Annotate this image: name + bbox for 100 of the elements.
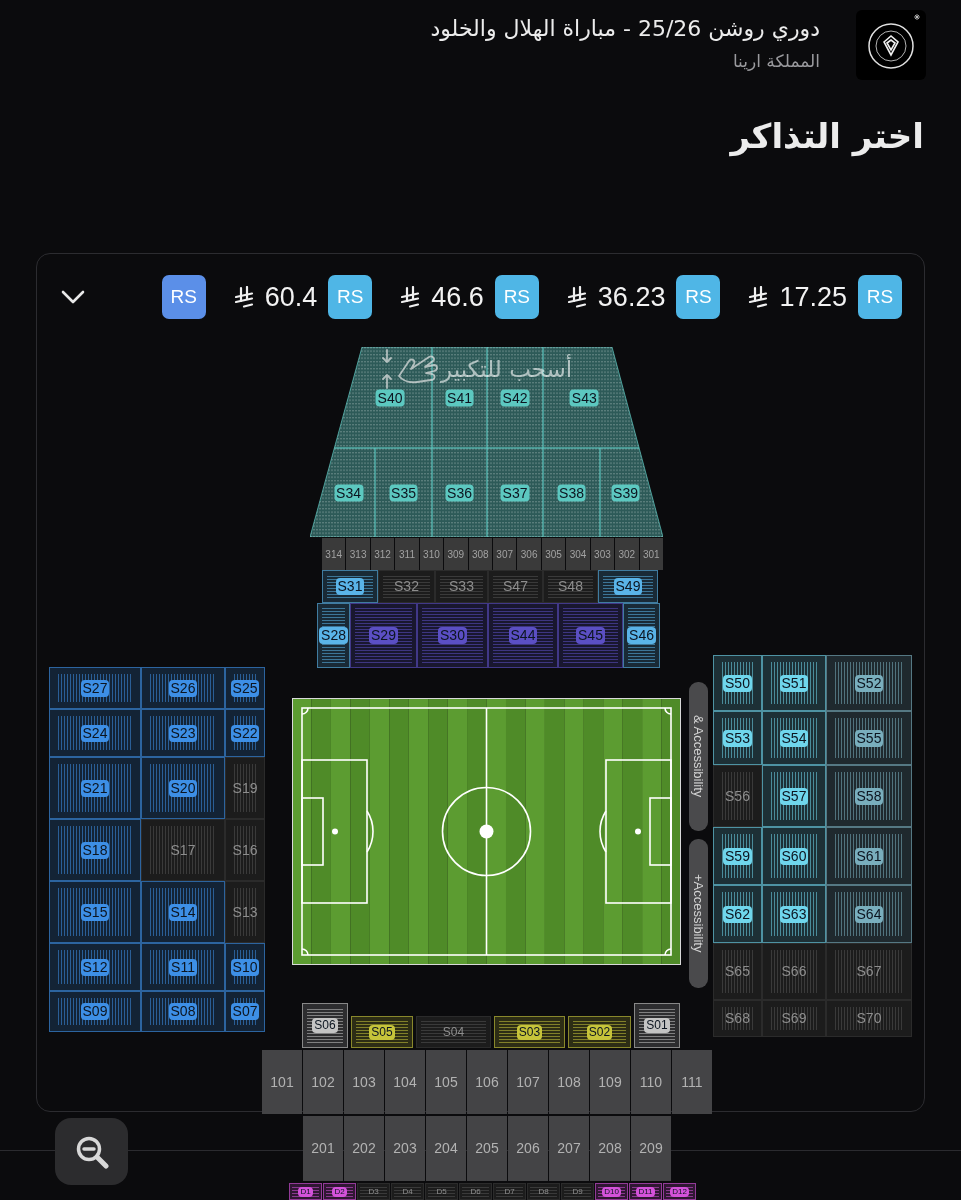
seating-section: 311 [395, 538, 419, 570]
section-label: D1 [298, 1186, 313, 1197]
section-label: S19 [232, 779, 258, 797]
section-label: D10 [602, 1186, 621, 1197]
section-label: S59 [723, 847, 752, 865]
riyal-sign-icon [233, 286, 254, 308]
seating-section[interactable]: S51 [762, 655, 826, 711]
section-label: S03 [516, 1024, 543, 1040]
seating-section[interactable]: S09 [49, 991, 141, 1032]
seating-section[interactable]: S02 [568, 1016, 631, 1048]
section-label: S16 [232, 841, 258, 859]
seating-section[interactable]: S10 [225, 943, 265, 991]
seating-section[interactable]: S60 [762, 827, 826, 885]
seating-section[interactable]: S12 [49, 943, 141, 991]
seating-section[interactable]: S64 [826, 885, 912, 943]
seating-section[interactable]: S55 [826, 711, 912, 765]
seating-section[interactable]: S06 [302, 1003, 348, 1048]
seating-section[interactable]: S57 [762, 765, 826, 827]
seating-section[interactable]: D10 [595, 1183, 628, 1200]
seating-section[interactable]: S30 [417, 603, 488, 668]
section-label: S62 [723, 905, 752, 923]
riyal-sign-icon [748, 286, 769, 308]
zoom-out-button[interactable] [55, 1118, 128, 1185]
section-label: S38 [557, 484, 586, 501]
section-label: S14 [168, 903, 198, 921]
seating-section[interactable]: S11 [141, 943, 225, 991]
seating-section[interactable]: S07 [225, 991, 265, 1032]
section-label: S40 [375, 389, 405, 406]
seating-section: 107 [508, 1050, 548, 1114]
section-label: S20 [168, 779, 198, 797]
section-label: S39 [611, 484, 640, 501]
seating-section[interactable]: S59 [713, 827, 762, 885]
seating-section[interactable]: S31 [322, 570, 378, 603]
section-label: S31 [335, 578, 365, 595]
section-label: S64 [854, 905, 884, 923]
seating-section[interactable]: S03 [494, 1016, 565, 1048]
seating-section[interactable]: S24 [49, 709, 141, 757]
seating-section[interactable]: S52 [826, 655, 912, 711]
seating-section[interactable]: D11 [629, 1183, 662, 1200]
seating-section[interactable]: D2 [323, 1183, 356, 1200]
seating-section[interactable]: S49 [598, 570, 658, 603]
section-label: S09 [80, 1003, 110, 1020]
seating-section[interactable]: S28 [317, 603, 350, 668]
seating-section[interactable]: S50 [713, 655, 762, 711]
section-label: S44 [508, 627, 538, 644]
seating-section[interactable] [310, 447, 376, 537]
section-label: S68 [725, 1010, 750, 1027]
section-label: S23 [168, 724, 198, 742]
seating-section[interactable]: S01 [634, 1003, 680, 1048]
seating-section[interactable] [599, 447, 663, 537]
section-label: S36 [445, 484, 474, 501]
seating-section[interactable]: S58 [826, 765, 912, 827]
seating-section: 104 [385, 1050, 425, 1114]
section-label: S12 [80, 958, 110, 976]
seating-section[interactable]: S45 [558, 603, 623, 668]
seating-section[interactable]: S27 [49, 667, 141, 709]
section-label: S17 [170, 841, 196, 859]
seating-section: 303 [590, 538, 615, 570]
seating-section[interactable]: S54 [762, 711, 826, 765]
section-label: S52 [854, 674, 884, 692]
seating-section[interactable]: S05 [351, 1016, 413, 1048]
seating-section[interactable]: S46 [623, 603, 660, 668]
seating-section[interactable]: S15 [49, 881, 141, 943]
seating-section[interactable]: S61 [826, 827, 912, 885]
section-label: S35 [389, 484, 418, 501]
seating-section[interactable]: S62 [713, 885, 762, 943]
seating-section: 301 [639, 538, 663, 570]
seating-section[interactable]: S20 [141, 757, 225, 819]
seating-section[interactable] [333, 347, 433, 449]
currency-badge: RS [161, 275, 206, 319]
price-label: 46.6 [431, 281, 484, 314]
seating-section[interactable]: S26 [141, 667, 225, 709]
seating-section[interactable]: S63 [762, 885, 826, 943]
section-label: S47 [503, 578, 528, 595]
section-label: S33 [449, 578, 474, 595]
section-label: D3 [368, 1186, 379, 1197]
seating-section[interactable]: S29 [350, 603, 417, 668]
seating-section[interactable]: S22 [225, 709, 265, 757]
seating-section[interactable]: S14 [141, 881, 225, 943]
section-label: S30 [438, 627, 467, 644]
seating-section: 309 [444, 538, 468, 570]
seating-section[interactable]: S23 [141, 709, 225, 757]
currency-badge: RS [858, 275, 902, 319]
seating-section[interactable]: S25 [225, 667, 265, 709]
seating-section: 111 [672, 1050, 712, 1114]
price-label: 17.25 [779, 281, 847, 314]
zoom-hint-text: أسحب للتكبير [441, 354, 573, 384]
seating-section[interactable]: S08 [141, 991, 225, 1032]
seating-section[interactable]: D12 [663, 1183, 696, 1200]
seating-section[interactable]: D1 [289, 1183, 322, 1200]
seating-section: 202 [344, 1116, 384, 1181]
seating-section: 306 [517, 538, 541, 570]
seating-section[interactable]: S18 [49, 819, 141, 881]
section-label: D9 [572, 1186, 583, 1197]
seating-section: 302 [615, 538, 639, 570]
riyal-sign-icon [400, 286, 421, 308]
seating-section[interactable]: S44 [488, 603, 558, 668]
seating-section[interactable]: S53 [713, 711, 762, 765]
seating-section[interactable]: S21 [49, 757, 141, 819]
seating-section: 310 [419, 538, 444, 570]
